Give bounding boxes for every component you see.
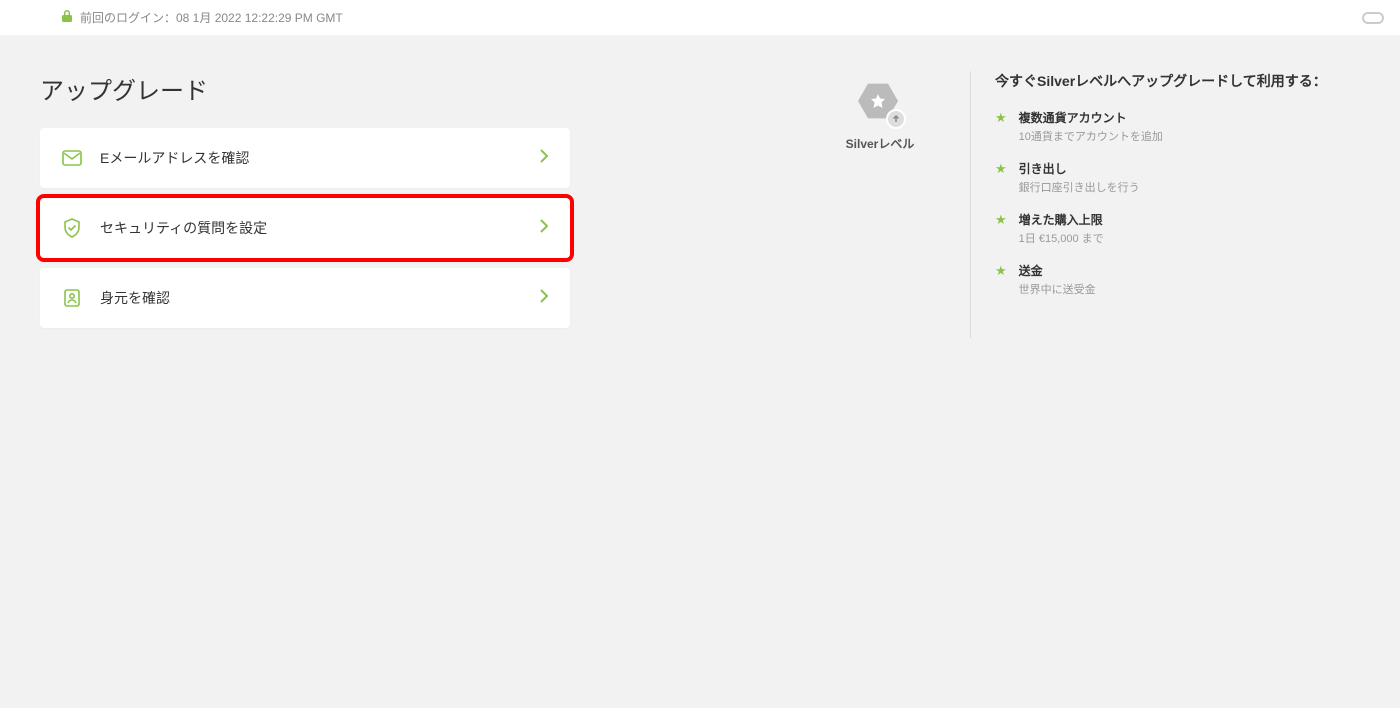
verify-identity-card[interactable]: 身元を確認	[40, 268, 570, 328]
benefit-text: 引き出し 銀行口座引き出しを行う	[1019, 160, 1370, 195]
benefit-desc: 1日 €15,000 まで	[1019, 230, 1370, 246]
benefit-title: 複数通貨アカウント	[1019, 109, 1370, 126]
star-icon: ★	[995, 109, 1007, 127]
benefit-item: ★ 引き出し 銀行口座引き出しを行う	[995, 160, 1370, 195]
benefit-title: 引き出し	[1019, 160, 1370, 177]
card-left: 身元を確認	[62, 288, 170, 308]
set-security-questions-label: セキュリティの質問を設定	[100, 218, 267, 238]
shield-icon	[62, 218, 82, 238]
set-security-questions-card[interactable]: セキュリティの質問を設定	[40, 198, 570, 258]
top-bar: 前回のログイン：08 1月 2022 12:22:29 PM GMT	[0, 0, 1400, 35]
main-content: アップグレード Eメールアドレスを確認 セキュリティの質問を設定	[0, 35, 1400, 374]
benefits-heading: 今すぐSilverレベルへアップグレードして利用する：	[995, 71, 1370, 91]
verify-email-card[interactable]: Eメールアドレスを確認	[40, 128, 570, 188]
benefit-item: ★ 送金 世界中に送受金	[995, 262, 1370, 297]
top-right	[1362, 12, 1384, 24]
benefit-text: 複数通貨アカウント 10通貨までアカウントを追加	[1019, 109, 1370, 144]
card-left: Eメールアドレスを確認	[62, 148, 249, 168]
star-icon: ★	[995, 160, 1007, 178]
last-login-text: 前回のログイン：08 1月 2022 12:22:29 PM GMT	[80, 9, 343, 26]
benefit-text: 増えた購入上限 1日 €15,000 まで	[1019, 211, 1370, 246]
level-badge	[856, 79, 904, 127]
benefit-desc: 10通貨までアカウントを追加	[1019, 128, 1370, 144]
left-column: アップグレード Eメールアドレスを確認 セキュリティの質問を設定	[40, 71, 570, 338]
arrow-up-circle-icon	[886, 109, 906, 129]
benefit-title: 増えた購入上限	[1019, 211, 1370, 228]
benefit-item: ★ 増えた購入上限 1日 €15,000 まで	[995, 211, 1370, 246]
chevron-right-icon	[540, 149, 548, 168]
star-icon: ★	[995, 211, 1007, 229]
chevron-right-icon	[540, 289, 548, 308]
help-pill-icon[interactable]	[1362, 12, 1384, 24]
benefit-title: 送金	[1019, 262, 1370, 279]
lock-icon	[62, 10, 72, 25]
benefit-text: 送金 世界中に送受金	[1019, 262, 1370, 297]
card-left: セキュリティの質問を設定	[62, 218, 267, 238]
last-login-wrap: 前回のログイン：08 1月 2022 12:22:29 PM GMT	[62, 9, 343, 26]
level-label: Silverレベル	[846, 135, 915, 152]
benefit-desc: 世界中に送受金	[1019, 281, 1370, 297]
benefits-column: 今すぐSilverレベルへアップグレードして利用する： ★ 複数通貨アカウント …	[970, 71, 1370, 338]
chevron-right-icon	[540, 219, 548, 238]
benefit-item: ★ 複数通貨アカウント 10通貨までアカウントを追加	[995, 109, 1370, 144]
benefit-desc: 銀行口座引き出しを行う	[1019, 179, 1370, 195]
star-icon: ★	[995, 262, 1007, 280]
level-badge-column: Silverレベル	[830, 71, 930, 338]
verify-identity-label: 身元を確認	[100, 288, 170, 308]
verify-email-label: Eメールアドレスを確認	[100, 148, 249, 168]
mail-icon	[62, 148, 82, 168]
id-icon	[62, 288, 82, 308]
page-title: アップグレード	[40, 71, 570, 106]
right-column: Silverレベル 今すぐSilverレベルへアップグレードして利用する： ★ …	[830, 71, 1370, 338]
